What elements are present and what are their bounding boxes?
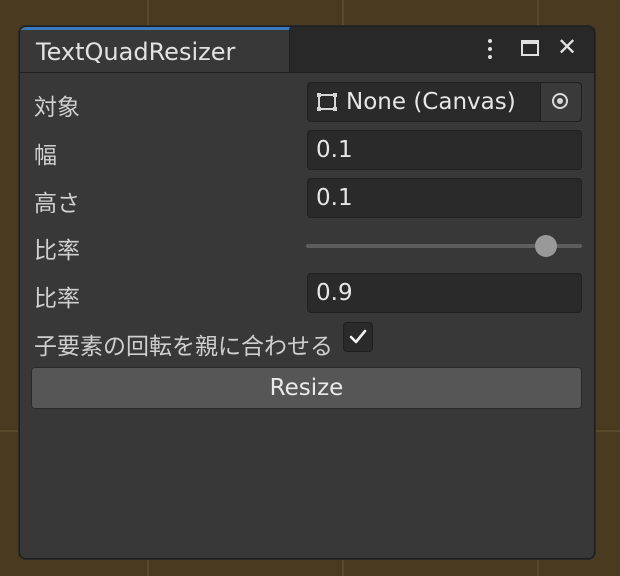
ratio-value: 0.9 [316,280,353,306]
ratio-row: 比率 0.9 [20,271,594,315]
height-row: 高さ 0.1 [20,176,594,220]
checkmark-icon [349,329,367,344]
match-rotation-label: 子要素の回転を親に合わせる [34,334,333,360]
object-picker-button[interactable] [540,83,581,121]
height-input[interactable]: 0.1 [307,178,582,218]
tab-textquadresizer[interactable]: TextQuadResizer [20,27,290,72]
resize-button[interactable]: Resize [31,367,582,409]
target-object-value: None (Canvas) [346,89,516,115]
height-value: 0.1 [316,185,353,211]
ratio-slider-label: 比率 [34,238,80,264]
match-rotation-checkbox[interactable] [343,322,373,352]
ratio-input[interactable]: 0.9 [307,273,582,313]
maximize-icon[interactable] [521,40,539,56]
width-input[interactable]: 0.1 [307,130,582,170]
tab-title: TextQuadResizer [36,38,236,66]
rect-transform-icon [317,93,337,111]
width-label: 幅 [34,143,57,169]
match-rotation-row: 子要素の回転を親に合わせる [20,319,594,363]
object-picker-dot [557,98,563,104]
width-value: 0.1 [316,137,353,163]
ratio-slider-thumb[interactable] [534,235,557,257]
editor-window: TextQuadResizer ✕ 対象 None (Canvas) 幅 0.1… [19,26,595,559]
target-label: 対象 [34,95,80,121]
window-titlebar: TextQuadResizer ✕ [20,27,594,73]
more-vertical-icon[interactable] [487,39,493,61]
width-row: 幅 0.1 [20,128,594,172]
target-row: 対象 None (Canvas) [20,80,594,124]
height-label: 高さ [34,191,80,217]
ratio-label: 比率 [34,286,80,312]
ratio-slider-row: 比率 [20,223,594,267]
close-icon[interactable]: ✕ [557,35,577,59]
target-object-field[interactable]: None (Canvas) [307,82,582,122]
